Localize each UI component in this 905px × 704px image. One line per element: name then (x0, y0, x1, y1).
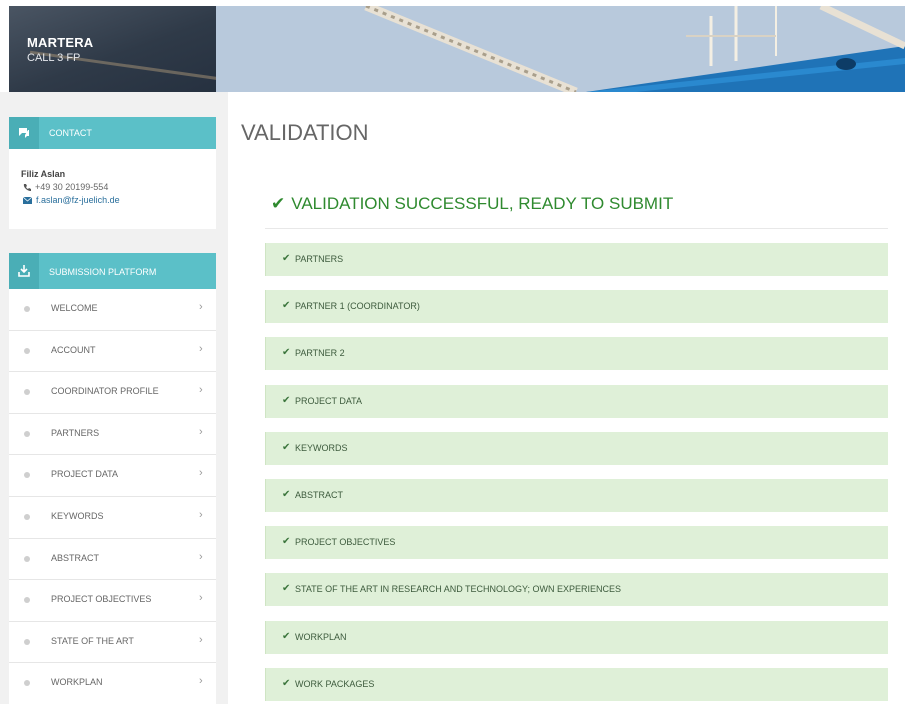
contact-header-label: CONTACT (49, 128, 92, 138)
validation-item-partners[interactable]: ✔ PARTNERS (265, 243, 888, 276)
contact-phone-text: +49 30 20199-554 (35, 182, 109, 192)
menu-item-label: STATE OF THE ART (51, 635, 134, 646)
check-icon: ✔ (282, 253, 291, 264)
contact-phone: +49 30 20199-554 (23, 182, 108, 192)
chevron-right-icon: › (199, 592, 203, 605)
validation-item-label: PARTNER 1 (COORDINATOR) (295, 301, 420, 312)
validation-item-label: WORK PACKAGES (295, 678, 375, 689)
check-icon: ✔ (282, 536, 291, 548)
menu-item-state-of-the-art[interactable]: STATE OF THE ART › (9, 621, 216, 664)
contact-card: Filiz Aslan +49 30 20199-554 f.aslan@fz-… (9, 149, 216, 229)
validation-item-keywords[interactable]: ✔ KEYWORDS (265, 431, 888, 465)
validation-panel: ✔ VALIDATION SUCCESSFUL, READY TO SUBMIT … (241, 168, 905, 704)
menu-item-label: PARTNERS (51, 427, 100, 438)
validation-list: ✔ PARTNERS ✔ PARTNER 1 (COORDINATOR) ✔ PART… (265, 243, 888, 704)
validation-item-state-of-the-art[interactable]: ✔ STATE OF THE ART IN RESEARCH AND TECHNO… (265, 573, 888, 607)
validation-item-label: PROJECT DATA (295, 395, 363, 406)
validation-item-label: PARTNERS (295, 254, 344, 264)
menu-item-abstract[interactable]: ABSTRACT › (9, 538, 216, 581)
menu-item-label: ABSTRACT (51, 552, 100, 563)
page-title: VALIDATION (241, 120, 369, 145)
check-icon: ✔ (282, 488, 291, 500)
validation-item-label: WORKPLAN (295, 631, 347, 642)
menu-item-coordinator-profile[interactable]: COORDINATOR PROFILE › (9, 372, 216, 414)
chevron-right-icon: › (199, 425, 203, 438)
validation-item-abstract[interactable]: ✔ ABSTRACT (265, 478, 888, 512)
submission-menu: WELCOME › ACCOUNT › COORDINATOR PROFILE › P… (9, 289, 216, 704)
menu-item-label: ACCOUNT (51, 344, 96, 355)
brand-title: MARTERA (27, 35, 94, 50)
submission-header-label: SUBMISSION PLATFORM (49, 267, 157, 277)
menu-item-label: KEYWORDS (51, 510, 104, 521)
validation-item-label: KEYWORDS (295, 442, 348, 453)
bullet-icon (24, 347, 30, 354)
chevron-right-icon: › (199, 301, 203, 313)
chevron-right-icon: › (199, 633, 203, 646)
menu-item-label: COORDINATOR PROFILE (51, 386, 159, 397)
menu-item-label: PROJECT DATA (51, 469, 119, 480)
menu-item-welcome[interactable]: WELCOME › (9, 289, 216, 331)
brand-block: MARTERA CALL 3 FP (9, 6, 216, 92)
divider (265, 228, 888, 229)
bullet-icon (24, 389, 30, 396)
bullet-icon (24, 555, 30, 562)
bullet-icon (24, 638, 30, 645)
menu-item-project-objectives[interactable]: PROJECT OBJECTIVES › (9, 580, 216, 622)
check-icon: ✔ (271, 194, 286, 213)
validation-item-partner-1[interactable]: ✔ PARTNER 1 (COORDINATOR) (265, 290, 888, 324)
menu-item-account[interactable]: ACCOUNT › (9, 330, 216, 373)
menu-item-partners[interactable]: PARTNERS › (9, 413, 216, 456)
check-icon: ✔ (282, 583, 291, 595)
brand-subtitle: CALL 3 FP (27, 52, 81, 64)
menu-item-keywords[interactable]: KEYWORDS › (9, 496, 216, 539)
menu-item-label: WORKPLAN (51, 677, 103, 688)
envelope-icon (22, 196, 33, 204)
contact-header: CONTACT (9, 117, 216, 149)
validation-status-text: VALIDATION SUCCESSFUL, READY TO SUBMIT (291, 194, 674, 213)
bullet-icon (24, 472, 30, 479)
check-icon: ✔ (282, 630, 291, 642)
chevron-right-icon: › (199, 508, 203, 521)
contact-email-link[interactable]: f.aslan@fz-juelich.de (36, 195, 120, 205)
check-icon: ✔ (282, 347, 291, 359)
validation-status: ✔ VALIDATION SUCCESSFUL, READY TO SUBMIT (271, 194, 673, 214)
validation-item-label: ABSTRACT (295, 489, 344, 500)
chevron-right-icon: › (199, 342, 203, 355)
submission-header: SUBMISSION PLATFORM (9, 253, 216, 289)
bullet-icon (24, 597, 30, 604)
check-icon: ✔ (282, 300, 291, 312)
bullet-icon (24, 680, 30, 687)
chevron-right-icon: › (199, 384, 203, 397)
contact-email[interactable]: f.aslan@fz-juelich.de (22, 195, 120, 205)
chat-icon (9, 117, 39, 149)
bullet-icon (24, 513, 30, 520)
chevron-right-icon: › (199, 467, 203, 480)
validation-item-project-objectives[interactable]: ✔ PROJECT OBJECTIVES (265, 526, 888, 560)
phone-icon (23, 184, 31, 191)
menu-item-workplan[interactable]: WORKPLAN › (9, 663, 216, 704)
check-icon: ✔ (282, 677, 291, 689)
ship-image (216, 6, 905, 92)
check-icon: ✔ (282, 394, 291, 406)
bullet-icon (24, 430, 30, 437)
validation-item-work-packages[interactable]: ✔ WORK PACKAGES (265, 667, 888, 701)
menu-item-project-data[interactable]: PROJECT DATA › (9, 455, 216, 497)
check-icon: ✔ (282, 441, 291, 453)
validation-item-label: STATE OF THE ART IN RESEARCH AND TECHNOL… (295, 584, 621, 595)
menu-item-label: WELCOME (51, 303, 98, 313)
bullet-icon (24, 306, 30, 312)
chevron-right-icon: › (199, 550, 203, 563)
validation-item-partner-2[interactable]: ✔ PARTNER 2 (265, 337, 888, 371)
menu-item-label: PROJECT OBJECTIVES (51, 594, 152, 605)
validation-item-label: PARTNER 2 (295, 348, 345, 359)
contact-name: Filiz Aslan (21, 169, 66, 179)
upload-icon (9, 253, 39, 289)
validation-item-workplan[interactable]: ✔ WORKPLAN (265, 620, 888, 654)
validation-item-label: PROJECT OBJECTIVES (295, 537, 396, 548)
hero-banner (216, 6, 905, 92)
chevron-right-icon: › (199, 675, 203, 688)
validation-item-project-data[interactable]: ✔ PROJECT DATA (265, 384, 888, 418)
